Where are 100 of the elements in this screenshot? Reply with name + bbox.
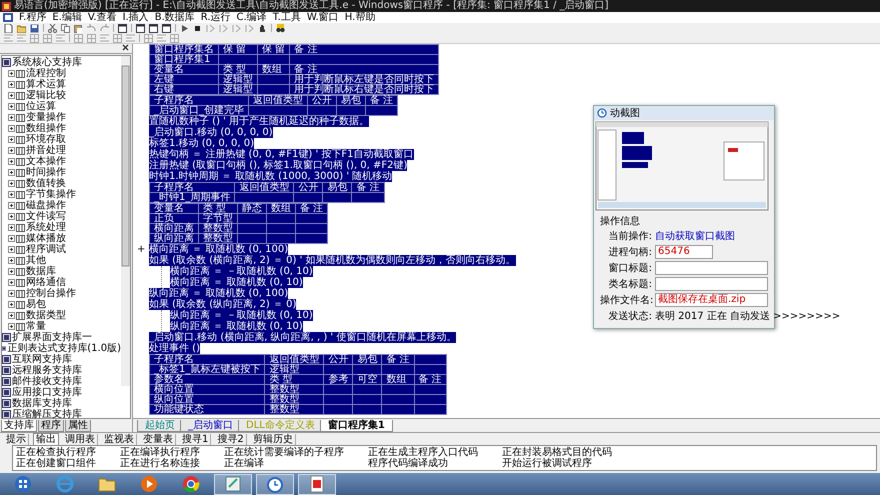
menu-item[interactable]: T.工具	[272, 12, 301, 23]
tree-item[interactable]: 时间操作	[26, 167, 66, 178]
close-icon[interactable]	[122, 44, 129, 51]
table-cell: 纵向位置	[150, 394, 265, 404]
tree-item[interactable]: 环境存取	[26, 134, 66, 145]
window-icon[interactable]	[118, 24, 127, 32]
input-field[interactable]: 截图保存在桌面.zip	[655, 293, 768, 307]
tree-item[interactable]: 数据库支持库	[12, 398, 72, 409]
expand-icon[interactable]	[8, 114, 15, 121]
menu-item[interactable]: V.查看	[88, 12, 117, 23]
panel-tab[interactable]: 支持库	[1, 420, 37, 432]
expand-icon[interactable]	[8, 290, 15, 297]
menu-item[interactable]: I.插入	[122, 12, 149, 23]
tree-item[interactable]: 正则表达式支持库(1.0版)	[7, 343, 121, 354]
menu-item[interactable]: W.窗口	[306, 12, 339, 23]
tree-item[interactable]: 逻辑比较	[26, 90, 66, 101]
input-field[interactable]	[655, 277, 768, 291]
window-icon[interactable]	[149, 24, 158, 32]
tree-item[interactable]: 字节集操作	[26, 189, 76, 200]
stop-icon[interactable]	[193, 24, 202, 32]
menu-item[interactable]: R.运行	[200, 12, 231, 23]
expand-icon[interactable]	[8, 301, 15, 308]
tree-item[interactable]: 位运算	[26, 101, 56, 112]
paste-icon[interactable]	[74, 24, 83, 32]
fold-marker[interactable]: +	[137, 244, 146, 255]
tree-item[interactable]: 控制台操作	[26, 288, 76, 299]
menu-item[interactable]: H.帮助	[344, 12, 376, 23]
expand-icon[interactable]	[8, 224, 15, 231]
expand-icon[interactable]	[8, 92, 15, 99]
expand-icon[interactable]	[8, 213, 15, 220]
expand-icon[interactable]	[8, 125, 15, 132]
tree-item[interactable]: 易包	[26, 299, 46, 310]
window-icon[interactable]	[162, 24, 171, 32]
panel-tab[interactable]: 属性	[65, 420, 91, 432]
table-cell: _启动窗口_创建完毕	[150, 106, 248, 116]
tree-item[interactable]: 文本操作	[26, 156, 66, 167]
tree-item[interactable]: 程序调试	[26, 244, 66, 255]
panel-tab[interactable]: 程序	[38, 420, 64, 432]
table-cell: 类 型	[218, 64, 258, 74]
tree-item[interactable]: 系统核心支持库	[12, 57, 82, 68]
expand-icon[interactable]	[8, 81, 15, 88]
expand-icon[interactable]	[8, 257, 15, 264]
tree-item[interactable]: 互联网支持库	[12, 354, 72, 365]
clock-icon[interactable]	[266, 475, 284, 493]
expand-icon[interactable]	[8, 279, 15, 286]
editor-tab[interactable]: 起始页	[137, 420, 183, 432]
tree-item[interactable]: 流程控制	[26, 68, 66, 79]
expand-icon[interactable]	[8, 323, 15, 330]
start-button[interactable]	[14, 475, 32, 493]
browser-icon[interactable]	[182, 475, 200, 493]
tree-item[interactable]: 数据库	[26, 266, 56, 277]
tree-item[interactable]: 拼音处理	[26, 145, 66, 156]
save-icon[interactable]	[30, 24, 39, 32]
tree-item[interactable]: 应用接口支持库	[12, 387, 82, 398]
tree-item[interactable]: 邮件接收支持库	[12, 376, 82, 387]
menu-item[interactable]: B.数据库	[154, 12, 195, 23]
tree-item[interactable]: 数据类型	[26, 310, 66, 321]
input-field[interactable]	[655, 261, 768, 275]
expand-icon[interactable]	[8, 180, 15, 187]
tree-item[interactable]: 磁盘操作	[26, 200, 66, 211]
hand-icon[interactable]	[258, 24, 267, 32]
tree-item[interactable]: 远程服务支持库	[12, 365, 82, 376]
tree-item[interactable]: 数组操作	[26, 123, 66, 134]
output-tab[interactable]: 输出	[33, 432, 59, 446]
expand-icon[interactable]	[8, 158, 15, 165]
app-icon[interactable]	[308, 475, 326, 493]
menu-item[interactable]: F.程序	[19, 12, 46, 23]
expand-icon[interactable]	[8, 103, 15, 110]
expand-icon[interactable]	[8, 235, 15, 242]
tree-item[interactable]: 变量操作	[26, 112, 66, 123]
expand-icon[interactable]	[8, 246, 15, 253]
tree-item[interactable]: 网络通信	[26, 277, 66, 288]
expand-icon[interactable]	[8, 202, 15, 209]
category-icon	[16, 158, 25, 166]
expand-icon[interactable]	[8, 268, 15, 275]
tree-item[interactable]: 扩展界面支持库一	[12, 332, 92, 343]
binoculars-icon[interactable]	[276, 24, 285, 32]
expand-icon[interactable]	[8, 136, 15, 143]
media-player-icon[interactable]	[140, 475, 158, 493]
menu-item[interactable]: E.编辑	[52, 12, 82, 23]
editor-tab[interactable]: 窗口程序集1	[320, 420, 393, 432]
copy-icon[interactable]	[61, 24, 70, 32]
tree-item[interactable]: 数值转换	[26, 178, 66, 189]
input-field[interactable]: 65476	[655, 245, 713, 259]
tree-item[interactable]: 媒体播放	[26, 233, 66, 244]
tree-item[interactable]: 系统处理	[26, 222, 66, 233]
scissors-icon[interactable]	[48, 24, 57, 32]
tree-item[interactable]: 常量	[26, 321, 46, 332]
tree-item[interactable]: 算术运算	[26, 79, 66, 90]
expand-icon[interactable]	[8, 70, 15, 77]
tree-item[interactable]: 其他	[26, 255, 46, 266]
tree-item[interactable]: 文件读写	[26, 211, 66, 222]
menu-item[interactable]: C.编译	[236, 12, 267, 23]
app-icon[interactable]	[224, 475, 242, 493]
expand-icon[interactable]	[8, 191, 15, 198]
expand-icon[interactable]	[8, 312, 15, 319]
expand-icon[interactable]	[8, 169, 15, 176]
expand-icon[interactable]	[8, 147, 15, 154]
window-icon[interactable]	[136, 24, 145, 32]
editor-tab[interactable]: _启动窗口	[180, 420, 241, 432]
